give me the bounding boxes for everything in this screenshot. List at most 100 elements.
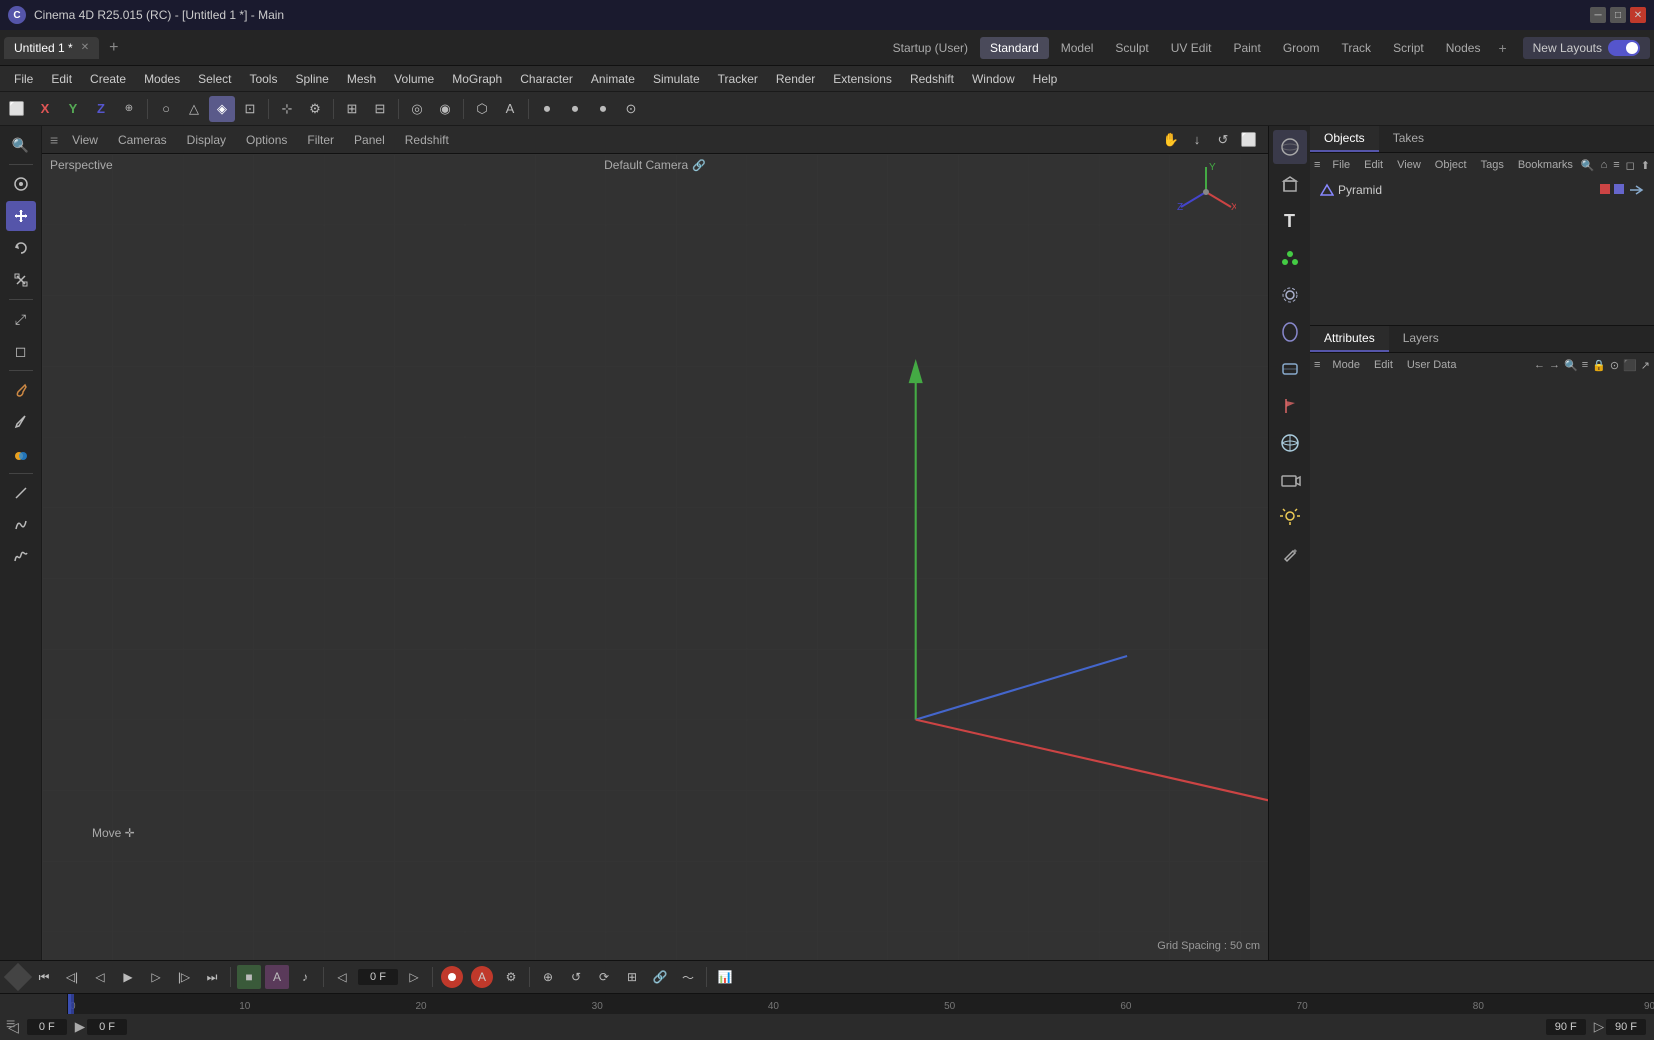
axis-y-button[interactable]: Y (60, 96, 86, 122)
objects-expand-icon[interactable]: ⬆ (1641, 159, 1650, 172)
attr-back-icon[interactable]: ← (1534, 359, 1545, 372)
camera-tool[interactable]: ◉ (432, 96, 458, 122)
objects-filter-icon[interactable]: ≡ (1613, 159, 1619, 171)
auto-record-button[interactable]: A (471, 966, 493, 988)
viewport-hand-icon[interactable]: ✋ (1160, 129, 1182, 151)
add-tab-button[interactable]: + (101, 35, 126, 61)
flag-icon[interactable] (1273, 389, 1307, 423)
focus-tool[interactable]: ◎ (404, 96, 430, 122)
attr-lock-icon[interactable]: 🔒 (1592, 359, 1606, 372)
audio-button[interactable]: ♪ (293, 965, 317, 989)
attr-search-icon[interactable]: 🔍 (1564, 359, 1578, 372)
viewport[interactable]: Perspective Default Camera 🔗 (42, 154, 1268, 960)
record-button[interactable] (441, 966, 463, 988)
hamburger-icon[interactable]: ≡ (50, 132, 58, 148)
menu-modes[interactable]: Modes (136, 70, 188, 88)
menu-spline[interactable]: Spline (287, 70, 336, 88)
layout-tab-script[interactable]: Script (1383, 37, 1434, 59)
scale-tool[interactable] (6, 265, 36, 295)
spline-tool[interactable] (6, 510, 36, 540)
footer-frame-current[interactable]: 0 F (87, 1019, 127, 1035)
viewport-maximize-icon[interactable]: ⬜ (1238, 129, 1260, 151)
menu-file[interactable]: File (6, 70, 41, 88)
menu-simulate[interactable]: Simulate (645, 70, 708, 88)
viewport-menu-panel[interactable]: Panel (348, 131, 391, 149)
layout-tab-startup[interactable]: Startup (User) (883, 37, 978, 59)
gear-icon[interactable] (1273, 278, 1307, 312)
tab-layers[interactable]: Layers (1389, 326, 1453, 352)
search-tool[interactable]: 🔍 (6, 130, 36, 160)
deformer-icon[interactable] (1273, 315, 1307, 349)
objects-bookmarks[interactable]: Bookmarks (1512, 157, 1579, 173)
keyframe-diamond[interactable] (4, 963, 32, 991)
settings-button[interactable]: ⚙ (499, 965, 523, 989)
viewport-down-icon[interactable]: ↓ (1186, 129, 1208, 151)
viewport-menu-options[interactable]: Options (240, 131, 293, 149)
objects-object[interactable]: Object (1429, 157, 1473, 173)
wave-tool[interactable] (6, 542, 36, 572)
layout-tab-groom[interactable]: Groom (1273, 37, 1330, 59)
menu-extensions[interactable]: Extensions (825, 70, 900, 88)
objects-file[interactable]: File (1326, 157, 1356, 173)
mograph-icon[interactable] (1273, 241, 1307, 275)
menu-mograph[interactable]: MoGraph (444, 70, 510, 88)
cube-icon[interactable] (1273, 167, 1307, 201)
view-sphere-icon[interactable] (1273, 130, 1307, 164)
next-marker[interactable]: ▷ (402, 965, 426, 989)
transport-prev-key[interactable]: ◁| (60, 965, 84, 989)
menu-character[interactable]: Character (512, 70, 581, 88)
menu-mesh[interactable]: Mesh (339, 70, 384, 88)
ruler-marks[interactable]: 0 10 20 30 40 50 60 70 80 90 (68, 994, 1654, 1014)
timeline-expand[interactable]: 📊 (713, 965, 737, 989)
camera-icon[interactable] (1273, 463, 1307, 497)
tab-close-icon[interactable]: ✕ (81, 42, 89, 53)
transport-next-frame[interactable]: ▷ (144, 965, 168, 989)
menu-window[interactable]: Window (964, 70, 1023, 88)
loop-button[interactable]: ↺ (564, 965, 588, 989)
close-button[interactable]: ✕ (1630, 7, 1646, 23)
layout-tab-model[interactable]: Model (1051, 37, 1104, 59)
extrude-tool[interactable]: △ (181, 96, 207, 122)
attr-forward-icon[interactable]: → (1549, 359, 1560, 372)
menu-edit[interactable]: Edit (43, 70, 80, 88)
menu-select[interactable]: Select (190, 70, 239, 88)
layout-tab-standard[interactable]: Standard (980, 37, 1049, 59)
layout-tab-paint[interactable]: Paint (1223, 37, 1270, 59)
record-tool[interactable]: ⏺ (534, 96, 560, 122)
attr-filter-icon[interactable]: ≡ (1582, 359, 1588, 372)
rotate-tool[interactable] (6, 233, 36, 263)
move-tool[interactable] (6, 201, 36, 231)
texture-tool[interactable]: ⊡ (237, 96, 263, 122)
link-button[interactable]: 🔗 (648, 965, 672, 989)
prev-marker[interactable]: ◁ (330, 965, 354, 989)
menu-tracker[interactable]: Tracker (710, 70, 766, 88)
auto-key-button[interactable]: ■ (237, 965, 261, 989)
component-tool[interactable]: ⬡ (469, 96, 495, 122)
key-mode-button[interactable]: A (265, 965, 289, 989)
transport-next-key[interactable]: |▷ (172, 965, 196, 989)
nurbs-icon[interactable] (1273, 352, 1307, 386)
align-tool[interactable]: ⊟ (367, 96, 393, 122)
axis-x-button[interactable]: X (32, 96, 58, 122)
line-tool[interactable] (6, 478, 36, 508)
tab-objects[interactable]: Objects (1310, 126, 1379, 152)
layout-tab-sculpt[interactable]: Sculpt (1105, 37, 1158, 59)
maximize-button[interactable]: □ (1610, 7, 1626, 23)
viewport-refresh-icon[interactable]: ↺ (1212, 129, 1234, 151)
add-layout-button[interactable]: + (1492, 36, 1512, 60)
autokey-tool[interactable]: ⊙ (618, 96, 644, 122)
attr-hamburger[interactable]: ≡ (1314, 359, 1320, 371)
pencil-icon[interactable] (1273, 537, 1307, 571)
brush-tool[interactable] (6, 375, 36, 405)
viewport-menu-display[interactable]: Display (181, 131, 232, 149)
tab-untitled[interactable]: Untitled 1 * ✕ (4, 37, 99, 59)
layout-tab-nodes[interactable]: Nodes (1436, 37, 1491, 59)
selection-tool[interactable] (6, 169, 36, 199)
objects-view[interactable]: View (1391, 157, 1427, 173)
objects-hamburger[interactable]: ≡ (1314, 159, 1320, 171)
poly-pen-tool[interactable]: ○ (153, 96, 179, 122)
minimize-button[interactable]: ─ (1590, 7, 1606, 23)
footer-frame-start[interactable]: 0 F (27, 1019, 67, 1035)
viewport-menu-view[interactable]: View (66, 131, 104, 149)
clamp-button[interactable]: ⊞ (620, 965, 644, 989)
